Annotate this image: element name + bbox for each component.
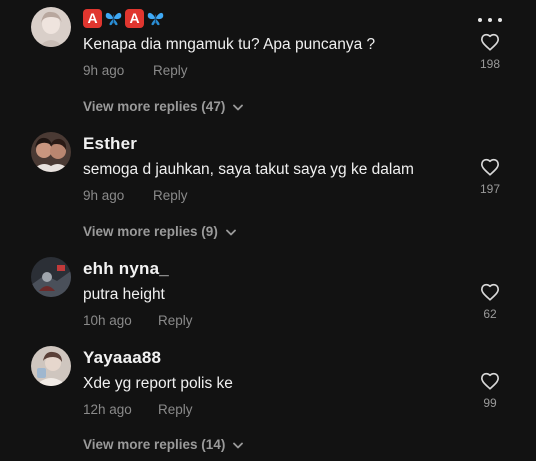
like-button[interactable]: 198 [474, 33, 506, 71]
heart-outline-icon [481, 158, 499, 176]
view-more-replies-label: View more replies (9) [83, 224, 218, 239]
avatar[interactable] [31, 132, 71, 172]
like-count: 62 [483, 307, 497, 321]
comment-meta: 9h ago Reply [83, 63, 188, 78]
reply-button[interactable]: Reply [153, 188, 188, 203]
comment-text: Xde yg report polis ke [83, 375, 233, 392]
comment-timestamp: 10h ago [83, 313, 132, 328]
comment-item: A A Kenapa dia mngamuk tu? Apa puncanya … [0, 0, 536, 125]
comment-item: Esther semoga d jauhkan, saya takut saya… [0, 125, 536, 250]
avatar[interactable] [31, 7, 71, 47]
username-emoji[interactable]: A A [83, 9, 165, 28]
comment-meta: 9h ago Reply [83, 188, 188, 203]
username[interactable]: Yayaaa88 [83, 348, 161, 368]
butterfly-emoji [105, 12, 122, 26]
heart-outline-icon [481, 283, 499, 301]
comment-text: putra height [83, 286, 165, 303]
view-more-replies-label: View more replies (14) [83, 437, 226, 452]
comment-text: Kenapa dia mngamuk tu? Apa puncanya ? [83, 36, 376, 53]
comment-item: ehh nyna_ putra height 10h ago Reply 62 [0, 250, 536, 340]
like-count: 198 [479, 57, 501, 71]
reply-button[interactable]: Reply [158, 402, 193, 417]
comment-meta: 10h ago Reply [83, 313, 193, 328]
reply-button[interactable]: Reply [153, 63, 188, 78]
heart-outline-icon [481, 372, 499, 390]
comments-panel: A A Kenapa dia mngamuk tu? Apa puncanya … [0, 0, 536, 461]
like-count: 197 [479, 182, 501, 196]
heart-outline-icon [481, 33, 499, 51]
comment-timestamp: 12h ago [83, 402, 132, 417]
comment-item: Yayaaa88 Xde yg report polis ke 12h ago … [0, 339, 536, 461]
like-button[interactable]: 99 [474, 372, 506, 410]
avatar[interactable] [31, 346, 71, 386]
comment-meta: 12h ago Reply [83, 402, 193, 417]
like-button[interactable]: 62 [474, 283, 506, 321]
view-more-replies-button[interactable]: View more replies (47) [83, 99, 244, 114]
reply-button[interactable]: Reply [158, 313, 193, 328]
comment-timestamp: 9h ago [83, 188, 125, 203]
chevron-down-icon [225, 229, 236, 235]
avatar[interactable] [31, 257, 71, 297]
butterfly-emoji [147, 12, 164, 26]
a-button-emoji: A [125, 9, 144, 28]
a-button-emoji: A [83, 9, 102, 28]
username[interactable]: ehh nyna_ [83, 259, 169, 279]
comment-timestamp: 9h ago [83, 63, 125, 78]
chevron-down-icon [233, 442, 244, 448]
like-button[interactable]: 197 [474, 158, 506, 196]
username[interactable]: Esther [83, 134, 137, 154]
chevron-down-icon [233, 104, 244, 110]
like-count: 99 [483, 396, 497, 410]
view-more-replies-button[interactable]: View more replies (14) [83, 437, 244, 452]
view-more-replies-button[interactable]: View more replies (9) [83, 224, 236, 239]
comment-text: semoga d jauhkan, saya takut saya yg ke … [83, 161, 414, 178]
view-more-replies-label: View more replies (47) [83, 99, 226, 114]
